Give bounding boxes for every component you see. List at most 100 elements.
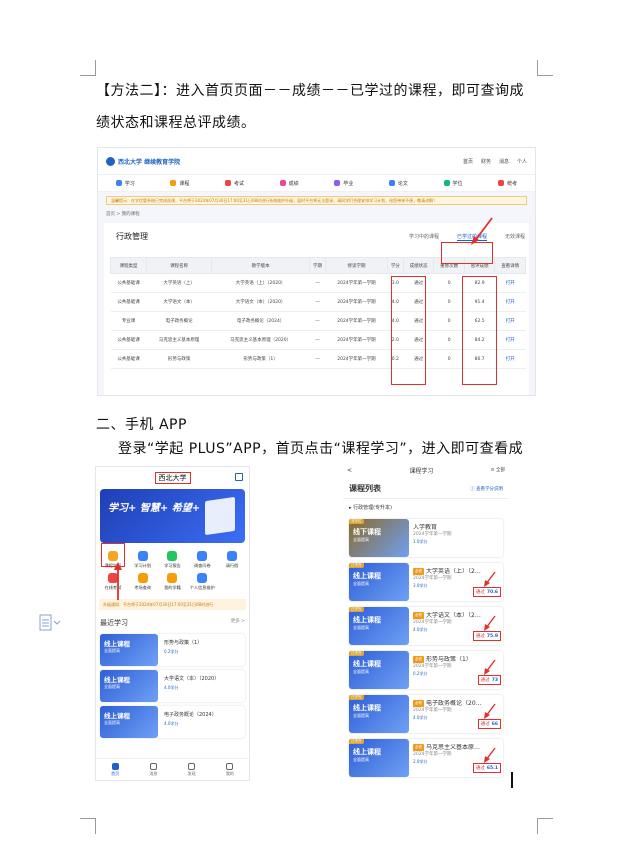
nav-item-3[interactable]: 成绩 (279, 180, 299, 187)
grid-icon (227, 551, 238, 561)
course-card[interactable]: 非学位 线下课程 全面提高 入学教育 2024学年第一学期 1.0学分 (349, 519, 503, 557)
grid-item[interactable]: 学习报告 (158, 551, 188, 569)
score-badge: 通过 75.9 (472, 631, 501, 641)
home-banner[interactable]: 学习+ 智慧+ 希望+ (100, 489, 245, 543)
crop-mark-bottom-right (537, 818, 553, 834)
open-link[interactable]: 打开 (494, 349, 526, 369)
document-icon[interactable] (38, 614, 62, 632)
nav-item-0[interactable]: 学习 (115, 180, 135, 187)
open-link[interactable]: 打开 (494, 292, 526, 312)
arrow-icon (484, 659, 496, 675)
nav-item-4[interactable]: 毕业 (334, 180, 353, 187)
app-course-list-screenshot: < 课程学习 ≡ 全部 课程列表 ⓘ 查看学分说明 ▸ 行政管理(专升本) 非学… (343, 461, 509, 781)
grid-item[interactable]: 个人信息维护 (187, 573, 217, 591)
pass-status: 通过 (480, 722, 490, 727)
table-cell: — (309, 330, 326, 350)
column-header: 成绩状态 (402, 257, 435, 274)
major-group[interactable]: ▸ 行政管理(专升本) (343, 499, 509, 516)
more-link[interactable]: 更多 > (231, 618, 245, 628)
course-card[interactable]: 已学完 线上课程 全面提高 必修 电子政务概论（20… 2024学年第一学期 4.0学分 通过… (349, 695, 503, 733)
table-cell: — (309, 311, 326, 331)
thumb-title: 线上课程 (104, 640, 130, 648)
course-name: 形势与政策（1） (426, 656, 472, 663)
table-cell: 2024学年第一学期 (325, 349, 388, 369)
tab-0[interactable]: 首页 (111, 762, 119, 777)
course-card[interactable]: 已学完 线上课程 全面提高 必修 大学英语（上）（2… 2024学年第一学期 3.0学分 通过… (349, 563, 503, 601)
tab-icon (188, 762, 196, 770)
nav-item-7[interactable]: 统考 (498, 180, 517, 187)
recent-title: 最近学习 (100, 619, 128, 627)
nav-item-1[interactable]: 课程 (170, 180, 189, 187)
thumb-title: 线上课程 (353, 660, 381, 668)
table-cell: 2024学年第一学期 (325, 311, 388, 331)
tab-2[interactable]: 无效课程 (505, 233, 525, 241)
panel-title: 行政管理 (116, 232, 148, 241)
course-card[interactable]: 已学完 线上课程 全面提高 必修 形势与政策（1） 2024学年第一学期 0.2学分 通过 73 (349, 651, 503, 689)
recent-course-card[interactable]: 线上课程 全面提高 大学语文（本）（2020） 4.0学分 (100, 670, 245, 702)
top-links: 首页 财务 消息 个人 (463, 158, 527, 165)
back-icon[interactable]: < (347, 467, 352, 474)
grid-item[interactable]: 我的学籍 (158, 573, 188, 591)
filter-button[interactable]: ≡ 全部 (491, 467, 505, 473)
thumb-sub: 全面提高 (104, 684, 120, 689)
tab-label: 发现 (187, 770, 196, 776)
table-cell: 大学语文（本）（2020） (211, 292, 310, 312)
nav-label: 成绩 (288, 180, 299, 187)
nav-item-6[interactable]: 学位 (443, 180, 463, 187)
column-header: 课程名称 (146, 257, 213, 274)
grid-item[interactable]: 学习计划 (128, 551, 158, 569)
recent-course-card[interactable]: 线上课程 全面提高 形势与政策（1） 0.2学分 (100, 634, 245, 666)
grid-item[interactable]: 考场查询 (128, 573, 158, 591)
nav-item-2[interactable]: 考试 (225, 180, 244, 187)
table-cell: 0 (433, 273, 465, 293)
course-name: 大学英语（上）（2… (426, 568, 481, 575)
tab-2[interactable]: 发现 (187, 762, 196, 777)
tab-1[interactable]: 消息 (149, 762, 157, 777)
recent-course-card[interactable]: 线上课程 全面提高 电子政务概论（2024） 4.0学分 (100, 706, 245, 738)
course-list-title-row: 课程列表 ⓘ 查看学分说明 (343, 479, 509, 499)
course-credit: 4.0学分 (164, 685, 179, 690)
required-badge: 必修 (413, 700, 424, 707)
course-card[interactable]: 已学完 线上课程 全面提高 必修 马克思主义基本原… 2024学年第一学期 2.0学分 通过 6… (349, 739, 503, 777)
table-cell: — (309, 273, 326, 293)
course-tag: 已学完 (349, 739, 364, 744)
arrow-icon (484, 747, 496, 763)
crop-mark-bottom-left (80, 818, 96, 834)
course-thumbnail: 已学完 线上课程 全面提高 (349, 739, 409, 777)
course-info: 大学语文（本）（2020） 4.0学分 (164, 670, 219, 702)
top-link[interactable]: 消息 (499, 158, 509, 165)
table-cell: 大学英语（上） (146, 273, 212, 293)
thumb-title: 线下课程 (353, 528, 381, 536)
nav-item-5[interactable]: 论文 (388, 180, 408, 187)
course-thumbnail: 已学完 线上课程 全面提高 (349, 695, 409, 733)
tab-0[interactable]: 学习中的课程 (409, 233, 439, 241)
pass-status: 通过 (475, 766, 485, 771)
arrow-icon (114, 562, 122, 600)
grid-item[interactable]: 请行假 (217, 551, 247, 569)
nav-icon (115, 180, 122, 186)
grid-item[interactable]: 调查问卷 (187, 551, 217, 569)
thumb-title: 线上课程 (353, 616, 381, 624)
table-cell: 电子政务概论 (146, 311, 212, 331)
recent-header: 最近学习 更多 > (96, 614, 249, 630)
top-link[interactable]: 个人 (517, 158, 527, 165)
credit-explain-link[interactable]: ⓘ 查看学分说明 (470, 486, 503, 492)
open-link[interactable]: 打开 (494, 311, 526, 331)
main-nav: 学习 课程 考试 成绩 毕业 论文 学位 统考 (98, 174, 535, 192)
table-cell: 大学英语（上）（2020） (211, 273, 310, 293)
tab-3[interactable]: 我的 (226, 762, 234, 777)
required-badge: 必修 (413, 612, 424, 619)
thumb-title: 线上课程 (353, 748, 381, 756)
open-link[interactable]: 打开 (494, 273, 526, 293)
course-card[interactable]: 已学完 线上课程 全面提高 必修 大学语文（本）（2… 2024学年第一学期 4.0学分 通过… (349, 607, 503, 645)
scan-icon[interactable] (235, 473, 243, 481)
required-badge: 必修 (413, 744, 424, 751)
open-link[interactable]: 打开 (494, 330, 526, 350)
top-link[interactable]: 首页 (463, 158, 473, 165)
table-cell: 公共基础课 (110, 330, 147, 350)
text-cursor (511, 772, 513, 788)
top-link[interactable]: 财务 (481, 158, 491, 165)
pass-status: 通过 (475, 634, 485, 639)
bottom-tabbar: 首页 消息 发现 我的 (96, 758, 249, 780)
nav-icon (334, 180, 341, 186)
